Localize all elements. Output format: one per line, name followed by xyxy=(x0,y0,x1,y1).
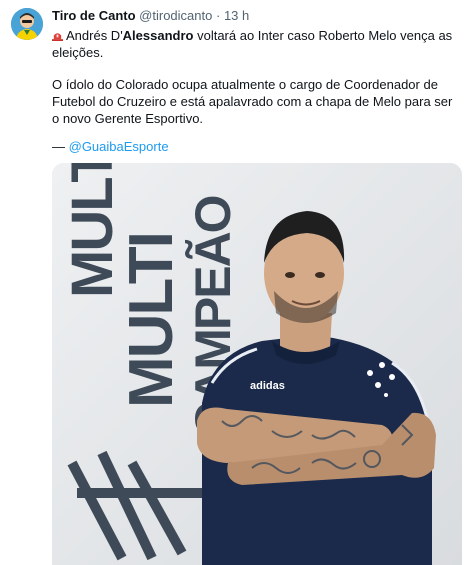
line1-bold-name: Alessandro xyxy=(122,28,194,43)
avatar[interactable] xyxy=(11,8,43,40)
wall-text-1: MULTI xyxy=(60,163,125,298)
siren-icon xyxy=(52,33,63,41)
separator: · xyxy=(215,8,221,23)
tweet-header: Tiro de Canto @tirodicanto · 13 h xyxy=(52,8,249,23)
author-handle[interactable]: @tirodicanto xyxy=(139,8,212,23)
source-link[interactable]: @GuaibaEsporte xyxy=(69,139,169,154)
tweet-paragraph-2: O ídolo do Colorado ocupa atualmente o c… xyxy=(52,77,453,126)
line1-prefix: Andrés D' xyxy=(66,28,123,43)
shirt-brand: adidas xyxy=(250,380,285,392)
author-name[interactable]: Tiro de Canto xyxy=(52,8,136,23)
wall-text-2: MULTI xyxy=(117,233,186,408)
avatar-illustration-icon xyxy=(11,8,43,40)
source-dash: — xyxy=(52,139,69,154)
photo-illustration: MULTI MULTI CAMPEÃO adidas xyxy=(52,163,462,565)
tweet-source: — @GuaibaEsporte xyxy=(52,138,462,155)
tweet-line-1: Andrés D'Alessandro voltará ao Inter cas… xyxy=(52,27,462,61)
timestamp[interactable]: 13 h xyxy=(224,8,249,23)
tweet-photo[interactable]: MULTI MULTI CAMPEÃO adidas xyxy=(52,163,462,565)
tweet: Tiro de Canto @tirodicanto · 13 h Andrés… xyxy=(0,0,473,565)
